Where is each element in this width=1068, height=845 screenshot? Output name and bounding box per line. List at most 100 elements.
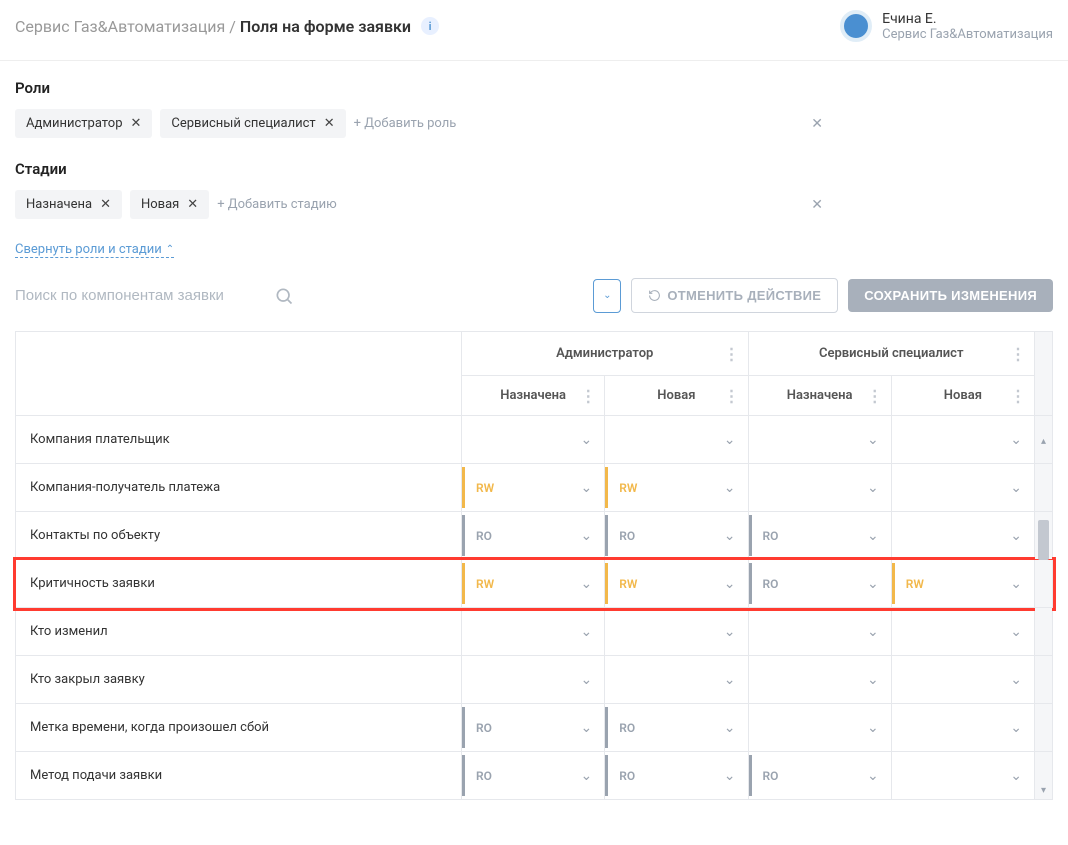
permission-cell[interactable]: RO⌄ [605,512,748,560]
more-icon[interactable]: ⋮ [867,386,883,405]
add-role-button[interactable]: + Добавить роль [354,109,457,138]
permission-cell[interactable]: ⌄ [605,656,748,704]
chevron-down-icon[interactable]: ⌄ [724,528,736,544]
permission-cell[interactable]: RW⌄ [891,560,1034,608]
chevron-down-icon[interactable]: ⌄ [581,672,593,688]
user-block[interactable]: Ечина Е.Сервис Газ&Автоматизация [840,10,1053,42]
search-icon[interactable] [274,286,294,306]
chevron-down-icon[interactable]: ⌄ [1010,624,1022,640]
column-toggle-dropdown[interactable]: ⌄ [593,279,621,313]
stage-chip[interactable]: Новая✕ [130,190,209,219]
permission-cell[interactable]: ⌄ [748,464,891,512]
scrollbar-track[interactable] [1035,512,1053,560]
permission-cell[interactable]: ⌄ [748,416,891,464]
permission-cell[interactable]: RO⌄ [748,752,891,800]
chevron-down-icon[interactable]: ⌄ [581,720,593,736]
chevron-down-icon[interactable]: ⌄ [581,768,593,784]
permission-cell[interactable]: RW⌄ [605,560,748,608]
chevron-down-icon[interactable]: ⌄ [867,576,879,592]
close-icon[interactable]: ✕ [187,197,198,212]
chevron-down-icon[interactable]: ⌄ [867,528,879,544]
chevron-down-icon[interactable]: ⌄ [867,432,879,448]
close-icon[interactable]: ✕ [131,116,142,131]
chevron-down-icon[interactable]: ⌄ [1010,432,1022,448]
permission-cell[interactable]: ⌄ [748,704,891,752]
breadcrumb-parent[interactable]: Сервис Газ&Автоматизация / [15,17,236,36]
chevron-down-icon[interactable]: ⌄ [581,528,593,544]
permission-cell[interactable]: RO⌄ [748,560,891,608]
chevron-down-icon[interactable]: ⌄ [1010,576,1022,592]
scrollbar-track[interactable] [1035,332,1053,416]
scrollbar-track[interactable]: ▴ [1035,416,1053,464]
chevron-down-icon[interactable]: ⌄ [724,768,736,784]
role-chip[interactable]: Администратор✕ [15,109,152,138]
more-icon[interactable]: ⋮ [724,344,740,363]
chevron-down-icon[interactable]: ⌄ [724,720,736,736]
permission-cell[interactable]: ⌄ [891,752,1034,800]
chevron-down-icon[interactable]: ⌄ [724,432,736,448]
permission-cell[interactable]: RO⌄ [462,752,605,800]
clear-roles-icon[interactable]: ✕ [811,116,823,132]
scrollbar-track[interactable] [1035,608,1053,656]
permission-cell[interactable]: ⌄ [891,704,1034,752]
chevron-down-icon[interactable]: ⌄ [867,768,879,784]
chevron-down-icon[interactable]: ⌄ [867,480,879,496]
add-stage-button[interactable]: + Добавить стадию [217,190,337,219]
permission-cell[interactable]: RO⌄ [462,704,605,752]
permission-cell[interactable]: RW⌄ [605,464,748,512]
chevron-down-icon[interactable]: ⌄ [1010,480,1022,496]
permission-cell[interactable]: ⌄ [462,608,605,656]
role-chip[interactable]: Сервисный специалист✕ [160,109,345,138]
scrollbar-track[interactable] [1035,464,1053,512]
chevron-down-icon[interactable]: ⌄ [867,672,879,688]
permission-cell[interactable]: ⌄ [891,656,1034,704]
chevron-down-icon[interactable]: ⌄ [724,480,736,496]
more-icon[interactable]: ⋮ [724,386,740,405]
scrollbar-track[interactable] [1035,560,1053,608]
more-icon[interactable]: ⋮ [580,386,596,405]
scrollbar-track[interactable] [1035,704,1053,752]
permission-cell[interactable]: ⌄ [891,464,1034,512]
scrollbar-track[interactable]: ▾ [1035,752,1053,800]
info-icon[interactable]: i [421,17,439,35]
permission-cell[interactable]: ⌄ [748,656,891,704]
scroll-down-icon[interactable]: ▾ [1035,785,1052,796]
permission-cell[interactable]: RO⌄ [605,704,748,752]
close-icon[interactable]: ✕ [100,197,111,212]
chevron-down-icon[interactable]: ⌄ [1010,528,1022,544]
chevron-down-icon[interactable]: ⌄ [867,720,879,736]
collapse-toggle[interactable]: Свернуть роли и стадии [15,242,174,258]
permission-cell[interactable]: ⌄ [462,416,605,464]
chevron-down-icon[interactable]: ⌄ [724,672,736,688]
permission-cell[interactable]: ⌄ [891,608,1034,656]
cancel-button[interactable]: ОТМЕНИТЬ ДЕЙСТВИЕ [631,278,838,313]
chevron-down-icon[interactable]: ⌄ [581,576,593,592]
permission-cell[interactable]: RW⌄ [462,464,605,512]
close-icon[interactable]: ✕ [324,116,335,131]
scroll-up-icon[interactable]: ▴ [1035,433,1052,447]
scrollbar-thumb[interactable] [1038,520,1049,560]
more-icon[interactable]: ⋮ [1010,344,1026,363]
save-button[interactable]: СОХРАНИТЬ ИЗМЕНЕНИЯ [848,279,1053,312]
chevron-down-icon[interactable]: ⌄ [724,624,736,640]
permission-cell[interactable]: RO⌄ [462,512,605,560]
permission-cell[interactable]: ⌄ [462,656,605,704]
chevron-down-icon[interactable]: ⌄ [724,576,736,592]
chevron-down-icon[interactable]: ⌄ [1010,720,1022,736]
chevron-down-icon[interactable]: ⌄ [867,624,879,640]
permission-cell[interactable]: RW⌄ [462,560,605,608]
chevron-down-icon[interactable]: ⌄ [581,624,593,640]
more-icon[interactable]: ⋮ [1010,386,1026,405]
chevron-down-icon[interactable]: ⌄ [581,432,593,448]
search-input[interactable] [15,279,274,312]
chevron-down-icon[interactable]: ⌄ [581,480,593,496]
stage-chip[interactable]: Назначена✕ [15,190,122,219]
chevron-down-icon[interactable]: ⌄ [1010,768,1022,784]
chevron-down-icon[interactable]: ⌄ [1010,672,1022,688]
permission-cell[interactable]: RO⌄ [748,512,891,560]
permission-cell[interactable]: ⌄ [748,608,891,656]
permission-cell[interactable]: RO⌄ [605,752,748,800]
scrollbar-track[interactable] [1035,656,1053,704]
permission-cell[interactable]: ⌄ [891,512,1034,560]
permission-cell[interactable]: ⌄ [605,416,748,464]
